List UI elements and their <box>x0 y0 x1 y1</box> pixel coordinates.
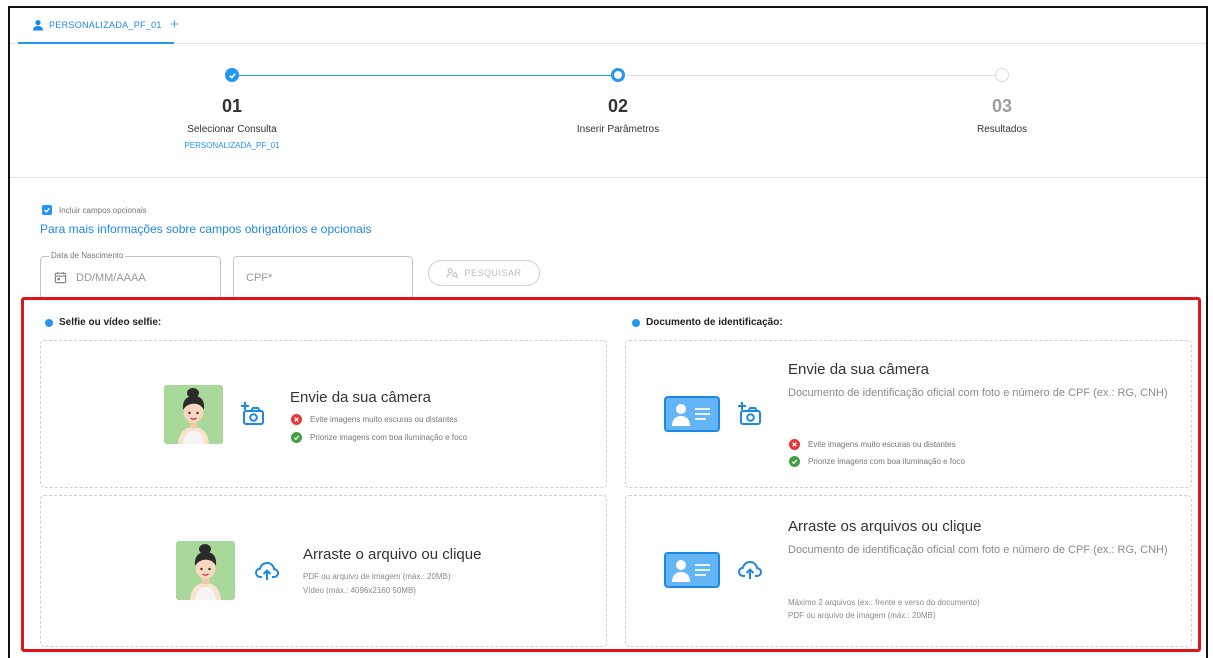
id-card-icon <box>672 404 710 426</box>
step-3-indicator <box>995 68 1009 82</box>
birth-date-field[interactable]: Data de Nascimento DD/MM/AAAA <box>40 251 221 299</box>
document-upload-card[interactable]: Arraste os arquivos ou clique Documento … <box>625 495 1192 647</box>
user-icon <box>33 20 43 31</box>
add-tab-button[interactable]: + <box>170 17 179 33</box>
birth-date-legend: Data de Nascimento <box>49 251 126 260</box>
document-camera-title: Envie da sua câmera <box>788 361 929 378</box>
cloud-upload-icon[interactable] <box>254 558 280 584</box>
step-connector-2 <box>627 75 995 76</box>
tab-personalizada[interactable]: PERSONALIZADA_PF_01 <box>18 8 174 44</box>
step-connector-1 <box>239 75 611 76</box>
selfie-camera-hint-bad: Evite imagens muito escuras ou distantes <box>291 414 458 425</box>
stepper: 01 Selecionar Consulta PERSONALIZADA_PF_… <box>10 58 1206 178</box>
tab-label: PERSONALIZADA_PF_01 <box>49 20 162 30</box>
person-avatar-icon <box>164 385 223 444</box>
selfie-upload-line2: Vídeo (máx.: 4096x2160 50MB) <box>303 586 416 595</box>
success-icon <box>789 456 800 467</box>
info-link[interactable]: Para mais informações sobre campos obrig… <box>40 222 372 236</box>
cpf-input[interactable]: CPF* <box>246 272 272 284</box>
checkbox-checked[interactable] <box>42 205 52 215</box>
birth-date-input[interactable]: DD/MM/AAAA <box>76 272 146 284</box>
upload-region-highlight: Selfie ou vídeo selfie: Envie da sua câm… <box>21 297 1201 652</box>
step-2-indicator <box>611 68 625 82</box>
step-3-title: Resultados <box>976 124 1028 135</box>
camera-add-icon[interactable] <box>737 400 763 426</box>
document-section-title: Documento de identificação: <box>632 317 783 328</box>
document-upload-desc: Documento de identificação oficial com f… <box>788 544 1168 556</box>
error-icon <box>789 439 800 450</box>
document-upload-title: Arraste os arquivos ou clique <box>788 518 982 535</box>
cloud-upload-icon[interactable] <box>737 557 763 583</box>
hint-bad-text: Evite imagens muito escuras ou distantes <box>808 440 956 449</box>
include-optional-checkbox[interactable]: Incluir campos opcionais <box>42 205 147 215</box>
document-camera-card[interactable]: Envie da sua câmera Documento de identif… <box>625 340 1192 488</box>
check-icon <box>44 207 50 213</box>
person-search-icon <box>446 267 459 278</box>
check-icon <box>228 72 236 79</box>
step-3-number: 03 <box>991 96 1013 116</box>
info-icon <box>632 318 640 327</box>
hint-good-text: Priorize imagens com boa iluminação e fo… <box>310 433 467 442</box>
success-icon <box>291 432 302 443</box>
document-section-label: Documento de identificação: <box>646 317 783 328</box>
step-2-title: Inserir Parâmetros <box>576 124 660 135</box>
hint-good-text: Priorize imagens com boa iluminação e fo… <box>808 457 965 466</box>
id-card-illustration <box>664 552 720 588</box>
step-1-indicator <box>225 68 239 82</box>
calendar-icon[interactable] <box>54 271 67 284</box>
hint-bad-text: Evite imagens muito escuras ou distantes <box>310 415 458 424</box>
step-1-number: 01 <box>221 96 243 116</box>
error-icon <box>291 414 302 425</box>
selfie-upload-card[interactable]: Arraste o arquivo ou clique PDF ou arqui… <box>40 495 607 647</box>
document-upload-line1: Máximo 2 arquivos (ex.: frente e verso d… <box>788 598 980 607</box>
document-camera-desc: Documento de identificação oficial com f… <box>788 387 1168 399</box>
document-camera-hint-bad: Evite imagens muito escuras ou distantes <box>789 439 956 450</box>
id-card-icon <box>672 560 710 582</box>
step-1-title: Selecionar Consulta <box>187 124 277 135</box>
selfie-upload-title: Arraste o arquivo ou clique <box>303 546 482 563</box>
step-2-number: 02 <box>607 96 629 116</box>
selfie-camera-card[interactable]: Envie da sua câmera Evite imagens muito … <box>40 340 607 488</box>
camera-add-icon[interactable] <box>240 400 266 426</box>
id-card-illustration <box>664 396 720 432</box>
checkbox-label: Incluir campos opcionais <box>59 205 147 215</box>
step-1-subtitle: PERSONALIZADA_PF_01 <box>184 141 280 150</box>
info-icon <box>45 318 53 327</box>
document-camera-hint-good: Priorize imagens com boa iluminação e fo… <box>789 456 965 467</box>
selfie-avatar-illustration <box>164 385 223 444</box>
plus-icon: + <box>170 16 179 33</box>
search-button[interactable]: PESQUISAR <box>428 260 540 286</box>
cpf-field[interactable]: CPF* <box>233 256 413 299</box>
selfie-section-title: Selfie ou vídeo selfie: <box>45 317 161 328</box>
selfie-avatar-illustration <box>176 541 235 600</box>
document-upload-line2: PDF ou arquivo de imagem (máx.: 20MB) <box>788 611 936 620</box>
person-avatar-icon <box>176 541 235 600</box>
tab-bar: PERSONALIZADA_PF_01 + <box>10 8 1206 44</box>
selfie-section-label: Selfie ou vídeo selfie: <box>59 317 162 328</box>
selfie-camera-hint-good: Priorize imagens com boa iluminação e fo… <box>291 432 467 443</box>
selfie-camera-title: Envie da sua câmera <box>290 389 431 406</box>
search-button-label: PESQUISAR <box>464 268 522 278</box>
selfie-upload-line1: PDF ou arquivo de imagem (máx.: 20MB) <box>303 572 451 581</box>
